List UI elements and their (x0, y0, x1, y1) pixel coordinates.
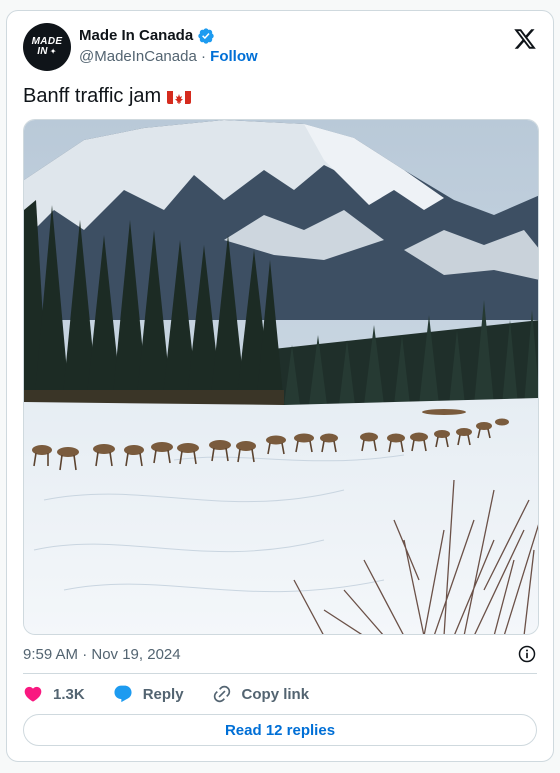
timestamp[interactable]: 9:59 AM · Nov 19, 2024 (23, 646, 181, 663)
handle-separator: · (200, 48, 206, 65)
like-button[interactable]: 1.3K (23, 684, 85, 704)
read-replies-label: Read 12 replies (224, 721, 336, 739)
tweet-text: Banff traffic jam (23, 83, 192, 109)
heart-icon (24, 686, 42, 702)
maple-leaf-icon: ✦ (49, 47, 57, 56)
reply-button[interactable]: Reply (113, 684, 184, 704)
tweet-actions: 1.3K Reply Copy link (23, 681, 309, 707)
verified-badge-icon (198, 28, 214, 44)
read-replies-button[interactable]: Read 12 replies (23, 714, 537, 746)
copy-link-button[interactable]: Copy link (212, 684, 310, 704)
avatar-text-in: IN (37, 46, 48, 57)
copy-link-label: Copy link (241, 685, 310, 703)
author-info: Made In Canada @MadeInCanada · Follow (79, 26, 258, 67)
elk-herd-photo (24, 120, 538, 634)
tweet-photo[interactable] (23, 119, 539, 635)
user-handle[interactable]: @MadeInCanada (79, 48, 197, 65)
tweet-body: Banff traffic jam (23, 85, 162, 107)
tweet-header: MADE IN ✦ Made In Canada @MadeInCanada ·… (23, 23, 537, 73)
tweet-meta: 9:59 AM · Nov 19, 2024 (23, 643, 537, 665)
reply-label: Reply (142, 685, 184, 703)
link-icon (213, 685, 230, 703)
divider (23, 673, 537, 674)
like-count: 1.3K (53, 685, 85, 703)
canadian-flag-icon (167, 88, 192, 104)
reply-bubble-icon (114, 685, 132, 703)
follow-link[interactable]: Follow (210, 48, 258, 65)
info-icon[interactable] (517, 644, 537, 664)
tweet-embed-card: MADE IN ✦ Made In Canada @MadeInCanada ·… (6, 10, 554, 762)
avatar[interactable]: MADE IN ✦ (23, 23, 71, 71)
display-name[interactable]: Made In Canada (79, 26, 193, 46)
x-logo-icon[interactable] (513, 27, 537, 51)
